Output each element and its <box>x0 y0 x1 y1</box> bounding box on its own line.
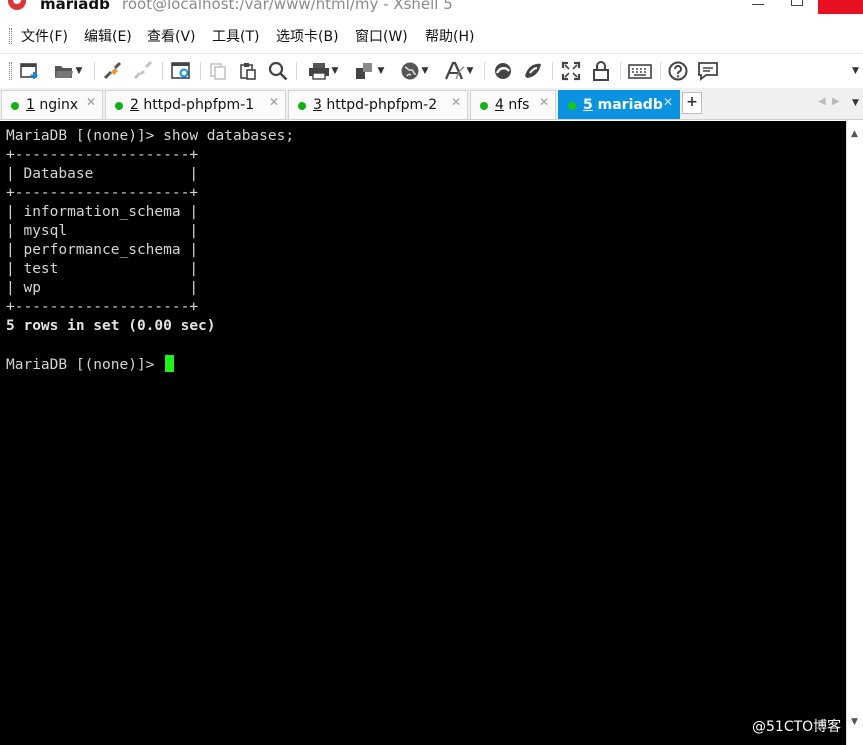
terminal-line: | performance_schema | <box>6 242 199 258</box>
menu-window[interactable]: 窗口(W) <box>355 26 408 46</box>
terminal-line: +--------------------+ <box>6 299 199 315</box>
tab-close-icon[interactable]: ✕ <box>269 95 279 109</box>
terminal-cursor <box>165 355 175 372</box>
connect-icon[interactable] <box>100 59 126 83</box>
tab-scroll-left-icon[interactable]: ◀ <box>818 96 826 107</box>
tab-close-icon[interactable]: ✕ <box>539 95 549 109</box>
tab-close-icon[interactable]: ✕ <box>663 95 673 109</box>
tab-label: 1 nginx <box>26 97 79 113</box>
toolbar-grip[interactable] <box>9 62 12 80</box>
terminal-line: | mysql | <box>6 223 199 239</box>
search-icon[interactable] <box>266 59 290 83</box>
toolbar: ▼ ▼ ▼ ▼ ▼ ▼ <box>0 54 863 88</box>
toolbar-separator <box>660 62 661 80</box>
toolbar-overflow-icon[interactable]: ▼ <box>852 66 859 76</box>
xshell-app-icon[interactable] <box>8 0 26 10</box>
toolbar-separator <box>484 62 485 80</box>
globe-icon[interactable]: ▼ <box>394 59 434 83</box>
tab-list-icon[interactable]: ▼ <box>852 98 859 108</box>
menu-tabs[interactable]: 选项卡(B) <box>276 26 339 46</box>
connected-status-icon <box>115 102 123 110</box>
session-properties-icon[interactable] <box>168 59 194 83</box>
tab-close-icon[interactable]: ✕ <box>451 95 461 109</box>
fullscreen-icon[interactable] <box>558 59 584 83</box>
menu-file[interactable]: 文件(F) <box>21 26 68 46</box>
toolbar-separator <box>94 62 95 80</box>
toolbar-separator <box>162 62 163 80</box>
tab-nginx[interactable]: 1 nginx ✕ <box>1 90 103 119</box>
font-icon[interactable]: ▼ <box>438 59 478 83</box>
terminal-line: | test | <box>6 261 199 277</box>
terminal-area[interactable]: MariaDB [(none)]> show databases; +-----… <box>0 121 846 745</box>
tab-httpd-phpfpm-1[interactable]: 2 httpd-phpfpm-1 ✕ <box>105 90 286 119</box>
connected-status-icon <box>11 102 19 110</box>
tab-scroll-right-icon[interactable]: ▶ <box>832 96 840 107</box>
transfer-icon[interactable]: ▼ <box>348 59 390 83</box>
watermark: @51CTO博客 <box>752 719 842 735</box>
connected-status-icon <box>298 102 306 110</box>
terminal-line: 5 rows in set (0.00 sec) <box>6 318 216 334</box>
terminal-line: | information_schema | <box>6 204 199 220</box>
window-title-session: mariadb <box>40 0 110 13</box>
chat-icon[interactable] <box>695 59 721 83</box>
new-tab-button[interactable]: + <box>682 92 702 114</box>
scroll-down-icon[interactable]: ▼ <box>851 717 858 727</box>
terminal-line: MariaDB [(none)]> show databases; <box>6 128 295 144</box>
new-session-icon[interactable] <box>18 59 42 83</box>
tab-label: 5 mariadb <box>583 97 663 113</box>
terminal-line: +--------------------+ <box>6 147 199 163</box>
print-icon[interactable]: ▼ <box>302 59 344 83</box>
tab-httpd-phpfpm-2[interactable]: 3 httpd-phpfpm-2 ✕ <box>288 90 468 119</box>
menu-view[interactable]: 查看(V) <box>147 26 196 46</box>
tab-nfs[interactable]: 4 nfs ✕ <box>470 90 556 119</box>
menu-help[interactable]: 帮助(H) <box>425 26 474 46</box>
toolbar-separator <box>200 62 201 80</box>
minimize-button[interactable] <box>752 4 764 5</box>
toolbar-separator <box>296 62 297 80</box>
disconnect-icon[interactable] <box>130 59 156 83</box>
tab-label: 4 nfs <box>495 97 530 113</box>
tab-close-icon[interactable]: ✕ <box>86 95 96 109</box>
toolbar-separator <box>620 62 621 80</box>
terminal-prompt: MariaDB [(none)]> <box>6 357 164 373</box>
title-bar: mariadb root@localhost:/var/www/html/my … <box>0 0 863 16</box>
maximize-button[interactable] <box>791 0 803 6</box>
menu-tools[interactable]: 工具(T) <box>212 26 259 46</box>
terminal-line: | wp | <box>6 280 199 296</box>
scroll-up-icon[interactable]: ▲ <box>851 129 858 139</box>
tab-mariadb[interactable]: 5 mariadb ✕ <box>558 90 680 119</box>
toolbar-separator <box>552 62 553 80</box>
window-title-caption: root@localhost:/var/www/html/my - Xshell… <box>122 0 453 13</box>
tab-label: 2 httpd-phpfpm-1 <box>130 97 255 113</box>
keyboard-icon[interactable] <box>626 59 654 83</box>
terminal-scrollbar[interactable]: ▲ ▼ <box>846 121 863 745</box>
help-icon[interactable] <box>665 59 691 83</box>
menu-bar: 文件(F) 编辑(E) 查看(V) 工具(T) 选项卡(B) 窗口(W) 帮助(… <box>0 16 863 54</box>
xftp-icon[interactable] <box>490 59 516 83</box>
folder-open-icon[interactable]: ▼ <box>48 59 88 83</box>
menu-edit[interactable]: 编辑(E) <box>84 26 132 46</box>
close-window-button[interactable] <box>818 0 863 14</box>
connected-status-icon <box>480 102 488 110</box>
connected-status-icon <box>568 102 576 110</box>
paste-icon[interactable] <box>236 59 260 83</box>
menubar-grip[interactable] <box>9 28 12 44</box>
terminal-prompt-line: MariaDB [(none)]> <box>6 355 846 374</box>
xmanager-icon[interactable] <box>520 59 546 83</box>
tab-bar: 1 nginx ✕ 2 httpd-phpfpm-1 ✕ 3 httpd-php… <box>0 88 863 120</box>
tab-label: 3 httpd-phpfpm-2 <box>313 97 438 113</box>
copy-icon[interactable] <box>206 59 230 83</box>
terminal-line: +--------------------+ <box>6 185 199 201</box>
terminal-line: | Database | <box>6 166 199 182</box>
lock-icon[interactable] <box>588 59 614 83</box>
